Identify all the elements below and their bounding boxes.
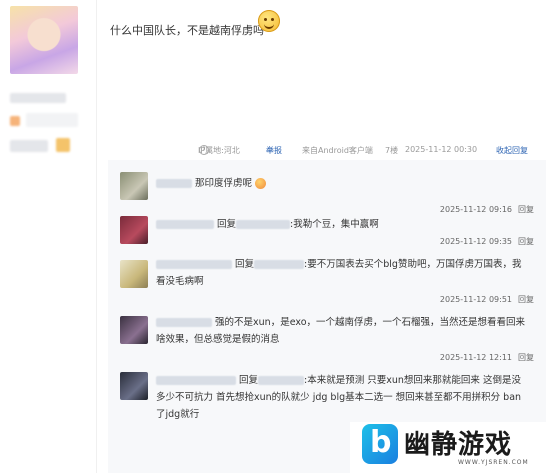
reply-avatar[interactable] bbox=[120, 172, 148, 200]
reply-body: :我勒个豆，集中赢啊 bbox=[290, 219, 379, 230]
reply-time: 2025-11-12 12:11 bbox=[439, 353, 512, 362]
reply-avatar[interactable] bbox=[120, 216, 148, 244]
reply-avatar[interactable] bbox=[120, 372, 148, 400]
reply-meta: 2025-11-12 12:11 回复 bbox=[440, 352, 534, 363]
reply-prefix: 回复 bbox=[235, 259, 255, 270]
post-content: 什么中国队长，不是越南俘虏吗 bbox=[110, 24, 264, 37]
post-time: 2025-11-12 00:30 bbox=[405, 145, 478, 154]
reply-button[interactable]: 回复 bbox=[518, 353, 534, 362]
site-logo-icon bbox=[362, 424, 398, 464]
reply-meta: 2025-11-12 09:16 回复 bbox=[440, 204, 534, 215]
reply-username-blurred[interactable] bbox=[156, 220, 214, 229]
reply-content: 那印度俘虏呢 bbox=[156, 175, 528, 192]
help-icon[interactable]: ? bbox=[199, 145, 209, 155]
reply-content: 回复:本来就是预测 只要xun想回来那就能回来 这倒是没多少不可抗力 首先想抢x… bbox=[156, 372, 528, 423]
reply-target-blurred[interactable] bbox=[258, 376, 305, 385]
author-sidebar bbox=[0, 0, 96, 473]
laugh-emoji-icon bbox=[255, 178, 267, 189]
author-level-blurred bbox=[26, 113, 78, 127]
collapse-replies-link[interactable]: 收起回复 bbox=[496, 145, 528, 156]
reply-time: 2025-11-12 09:16 bbox=[439, 205, 512, 214]
reply-prefix: 回复 bbox=[217, 219, 237, 230]
reply-username-blurred[interactable] bbox=[156, 318, 212, 327]
column-divider bbox=[96, 0, 97, 473]
reply-username-blurred[interactable] bbox=[156, 260, 232, 269]
author-name-blurred bbox=[10, 93, 66, 103]
author-tag-blurred bbox=[10, 140, 48, 152]
reply-username-blurred[interactable] bbox=[156, 179, 192, 188]
author-tag-icon-blurred bbox=[56, 138, 70, 152]
site-watermark: 幽静游戏 WWW.YJSREN.COM bbox=[350, 422, 550, 473]
reply-content: 强的不是xun，是exo，一个越南俘虏，一个石榴强，当然还是想看看回来啥效果，但… bbox=[156, 314, 528, 348]
smile-emoji-icon bbox=[258, 10, 280, 32]
reply-content: 回复 :我勒个豆，集中赢啊 bbox=[156, 216, 528, 233]
client-info: 来自Android客户端 bbox=[302, 146, 373, 155]
author-avatar[interactable] bbox=[10, 6, 78, 74]
watermark-url: WWW.YJSREN.COM bbox=[458, 459, 529, 466]
reply-body: 那印度俘虏呢 bbox=[195, 178, 253, 189]
reply-button[interactable]: 回复 bbox=[518, 205, 534, 214]
reply-time: 2025-11-12 09:35 bbox=[439, 237, 512, 246]
reply-content: 回复:要不万国表去买个blg赞助吧，万国俘虏万国表，我看没毛病啊 bbox=[156, 256, 528, 290]
reply-time: 2025-11-12 09:51 bbox=[439, 295, 512, 304]
reply-target-blurred[interactable] bbox=[254, 260, 305, 269]
author-badge-blurred bbox=[10, 116, 20, 126]
watermark-title: 幽静游戏 bbox=[404, 430, 513, 460]
reply-meta: 2025-11-12 09:51 回复 bbox=[440, 294, 534, 305]
reply-button[interactable]: 回复 bbox=[518, 295, 534, 304]
reply-username-blurred[interactable] bbox=[156, 376, 236, 385]
reply-avatar[interactable] bbox=[120, 316, 148, 344]
reply-meta: 2025-11-12 09:35 回复 bbox=[440, 236, 534, 247]
floor-number: 7楼 bbox=[385, 146, 399, 155]
reply-prefix: 回复 bbox=[239, 375, 259, 386]
reply-target-blurred[interactable] bbox=[236, 220, 291, 229]
reply-avatar[interactable] bbox=[120, 260, 148, 288]
reply-button[interactable]: 回复 bbox=[518, 237, 534, 246]
